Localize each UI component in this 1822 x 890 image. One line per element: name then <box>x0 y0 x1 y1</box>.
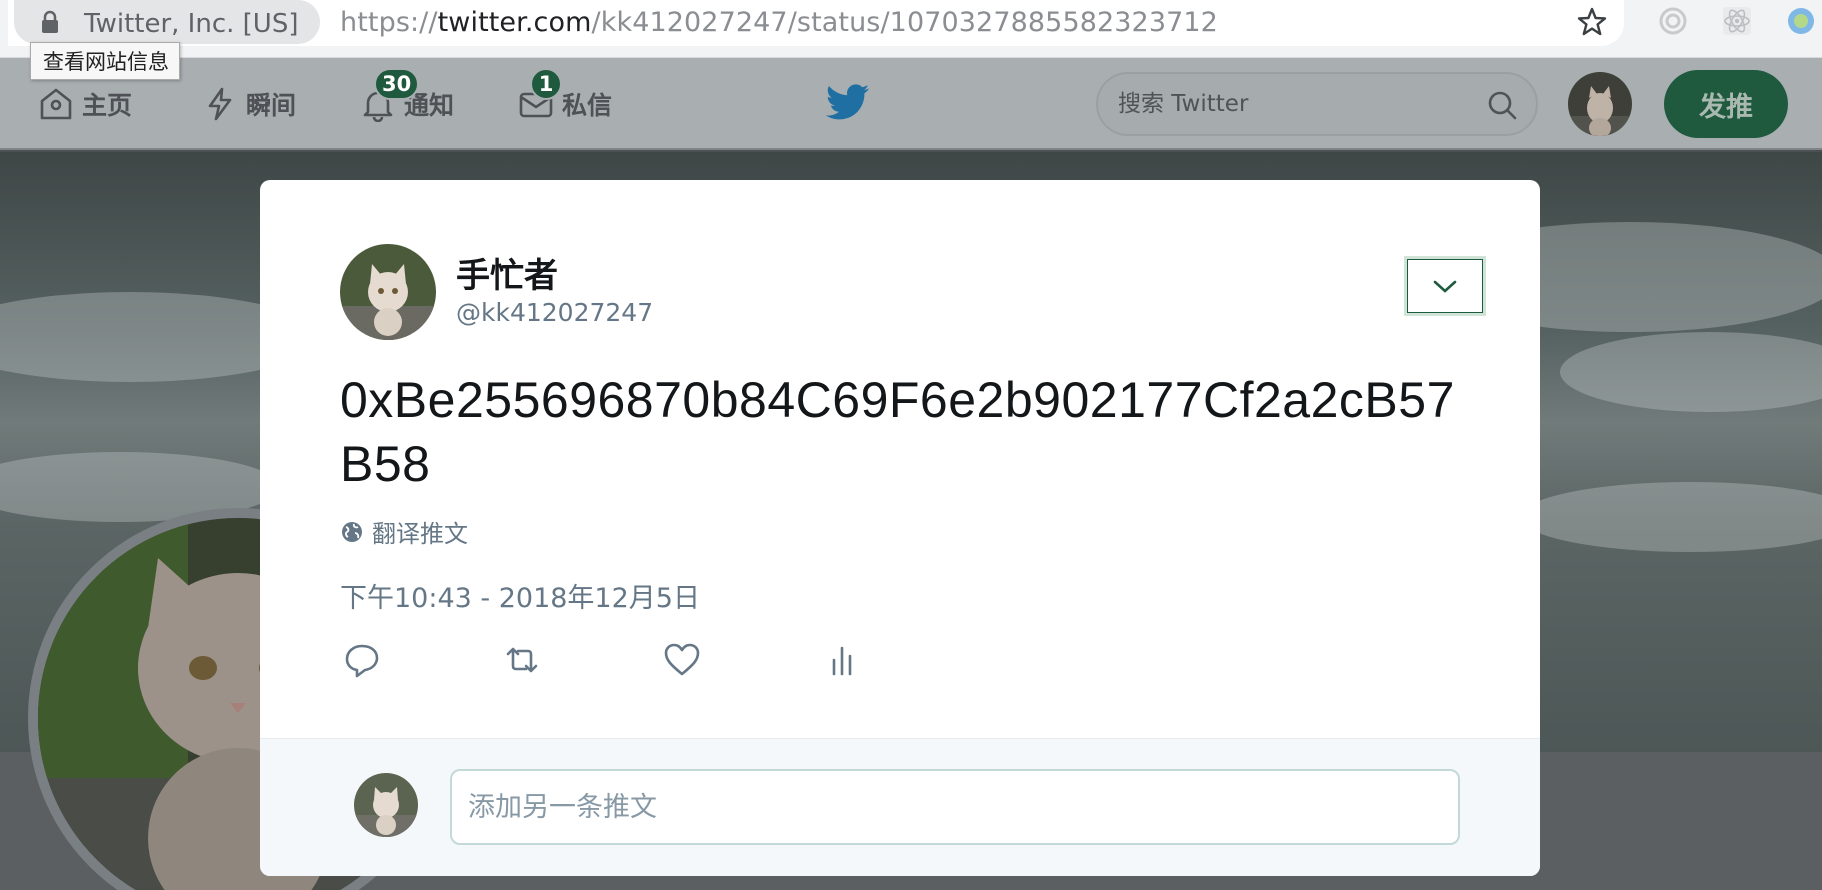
site-identity-label: Twitter, Inc. [US] <box>84 9 299 39</box>
reply-input[interactable] <box>450 769 1460 845</box>
tweet-more-options-button[interactable] <box>1404 256 1486 316</box>
cat-author-image <box>340 244 436 340</box>
site-info-tooltip: 查看网站信息 <box>30 42 180 80</box>
lightning-icon <box>208 87 232 121</box>
search-icon[interactable] <box>1486 89 1518 121</box>
nav-home[interactable]: 主页 <box>38 84 132 124</box>
twitter-top-nav: 主页 瞬间 通知 私信 30 1 <box>0 58 1822 150</box>
tweet-text: 0xBe255696870b84C69F6e2b902177Cf2a2cB57B… <box>340 372 1455 492</box>
compose-tweet-button[interactable]: 发推 <box>1664 70 1788 138</box>
extension-icon-1[interactable] <box>1658 6 1688 36</box>
translate-tweet-link[interactable]: 翻译推文 <box>340 514 468 549</box>
lock-icon <box>42 10 58 33</box>
globe-icon <box>342 521 362 542</box>
nav-moments-label: 瞬间 <box>246 91 297 120</box>
nav-messages-label: 私信 <box>562 91 613 120</box>
messages-badge: 1 <box>530 68 562 100</box>
analytics-icon[interactable] <box>822 640 862 680</box>
react-devtools-icon[interactable] <box>1722 6 1752 36</box>
search-box[interactable] <box>1096 72 1538 136</box>
star-icon[interactable] <box>1576 6 1608 38</box>
address-bar[interactable]: Twitter, Inc. [US] https://twitter.com/k… <box>8 0 1624 46</box>
nav-home-label: 主页 <box>82 91 133 120</box>
tweet-modal: 手忙者 @kk412027247 0xBe255696870b84C69F6e2… <box>260 180 1540 876</box>
chevron-down-icon <box>1433 280 1457 293</box>
heart-icon[interactable] <box>662 640 702 680</box>
tweet-timestamp[interactable]: 下午10:43 - 2018年12月5日 <box>340 576 700 615</box>
reply-icon[interactable] <box>342 640 382 680</box>
home-icon <box>40 88 72 120</box>
browser-toolbar: Twitter, Inc. [US] https://twitter.com/k… <box>0 0 1822 58</box>
site-info-chip[interactable]: Twitter, Inc. [US] <box>14 0 320 44</box>
cat-avatar-image <box>1568 72 1632 136</box>
nav-user-avatar[interactable] <box>1568 72 1632 136</box>
author-name[interactable]: 手忙者 <box>456 248 558 297</box>
url-text[interactable]: https://twitter.com/kk412027247/status/1… <box>340 7 1218 38</box>
notifications-badge: 30 <box>374 68 420 100</box>
extension-icon-3[interactable] <box>1786 6 1816 36</box>
search-input[interactable] <box>1118 88 1458 120</box>
translate-label: 翻译推文 <box>372 520 468 548</box>
twitter-bird-icon[interactable] <box>826 84 870 122</box>
url-scheme: https:// <box>340 7 438 38</box>
url-host: twitter.com <box>437 7 592 38</box>
cat-reply-image <box>354 773 418 837</box>
author-handle[interactable]: @kk412027247 <box>456 298 653 327</box>
url-path: /kk412027247/status/1070327885582323712 <box>591 7 1218 38</box>
nav-moments[interactable]: 瞬间 <box>202 84 296 124</box>
author-avatar[interactable] <box>340 244 436 340</box>
retweet-icon[interactable] <box>502 640 542 680</box>
reply-user-avatar[interactable] <box>354 773 418 837</box>
reply-composer <box>260 738 1540 876</box>
